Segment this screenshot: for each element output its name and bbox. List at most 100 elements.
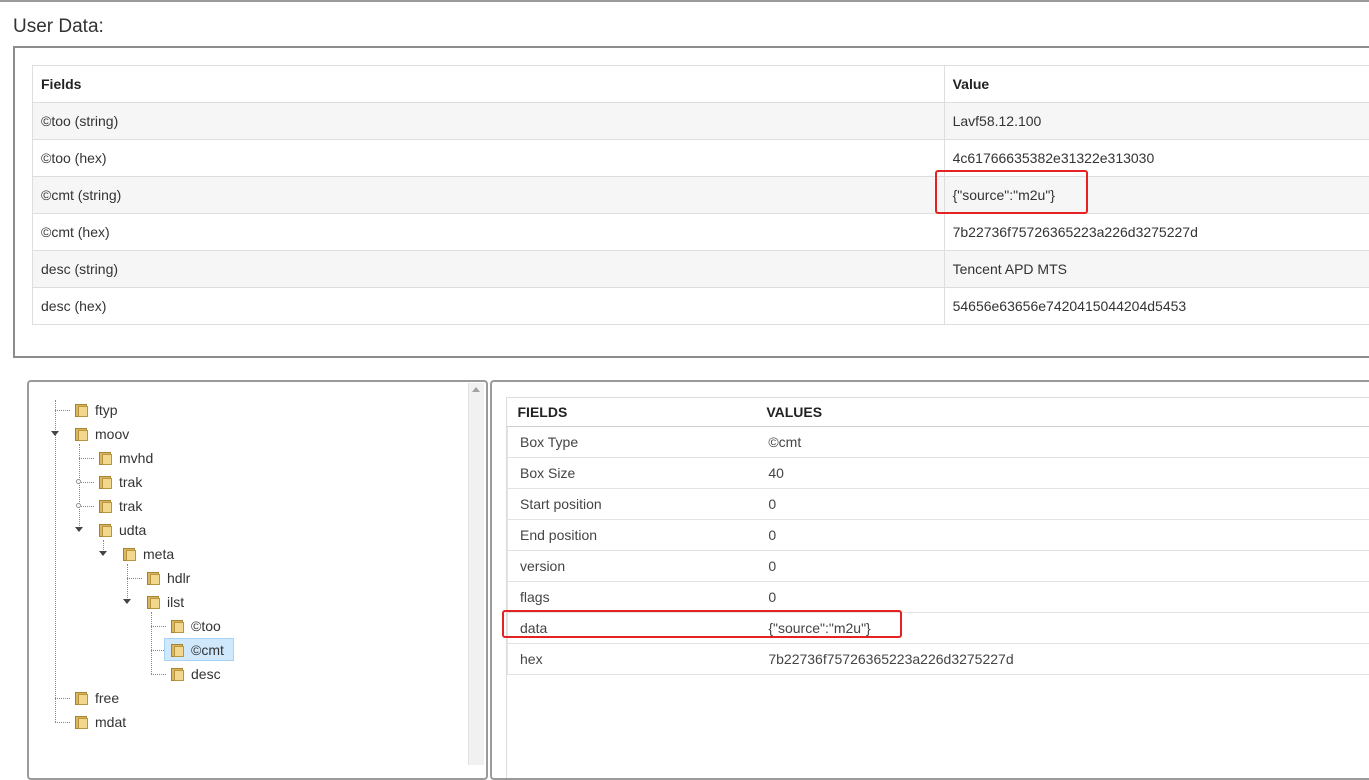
field-cell: Box Size xyxy=(508,458,757,489)
field-cell: flags xyxy=(508,582,757,613)
table-row[interactable]: version 0 xyxy=(508,551,1369,582)
tree-node-label: trak xyxy=(119,472,142,492)
tree-node-label: ©cmt xyxy=(191,640,224,660)
tree-guide-line xyxy=(151,674,166,675)
tree-guide-line xyxy=(55,698,70,699)
tree-node-label: trak xyxy=(119,496,142,516)
tree-node-label: free xyxy=(95,688,119,708)
tree-guide-line xyxy=(151,612,152,674)
value-cell: 40 xyxy=(756,458,1369,489)
expanded-arrow-icon[interactable] xyxy=(75,527,83,532)
box-fields-table: FIELDS VALUES Box Type ©cmt Box Size 40 … xyxy=(507,398,1369,675)
tree-node-label: udta xyxy=(119,520,146,540)
folder-icon xyxy=(147,595,161,609)
value-header: Value xyxy=(944,66,1369,103)
tree-guide-line xyxy=(79,482,94,483)
tree-guide-line xyxy=(127,578,142,579)
user-data-panel: Fields Value ©too (string) Lavf58.12.100… xyxy=(13,46,1369,358)
field-cell: Start position xyxy=(508,489,757,520)
value-cell: {"source":"m2u"} xyxy=(756,613,1369,644)
folder-icon xyxy=(171,667,185,681)
values-header: VALUES xyxy=(756,398,1369,427)
table-row[interactable]: desc (string) Tencent APD MTS xyxy=(33,251,1369,288)
value-cell: 7b22736f75726365223a226d3275227d xyxy=(756,644,1369,675)
fields-header: FIELDS xyxy=(508,398,757,427)
user-data-title: User Data: xyxy=(13,16,104,38)
field-cell: desc (string) xyxy=(33,251,945,288)
folder-icon xyxy=(171,619,185,633)
table-row[interactable]: desc (hex) 54656e63656e7420415044204d545… xyxy=(33,288,1369,325)
field-cell: data xyxy=(508,613,757,644)
folder-icon xyxy=(75,715,89,729)
value-cell: 7b22736f75726365223a226d3275227d xyxy=(944,214,1369,251)
folder-icon xyxy=(99,451,113,465)
value-cell: 54656e63656e7420415044204d5453 xyxy=(944,288,1369,325)
tree-node-label: mvhd xyxy=(119,448,153,468)
value-cell: Tencent APD MTS xyxy=(944,251,1369,288)
value-cell: 0 xyxy=(756,489,1369,520)
table-row[interactable]: data {"source":"m2u"} xyxy=(508,613,1369,644)
table-row[interactable]: ©cmt (string) {"source":"m2u"} xyxy=(33,177,1369,214)
folder-icon xyxy=(147,571,161,585)
expanded-arrow-icon[interactable] xyxy=(99,551,107,556)
table-header-row: Fields Value xyxy=(33,66,1369,103)
collapsed-node-icon[interactable] xyxy=(76,479,81,484)
tree-scrollbar[interactable] xyxy=(468,383,484,765)
value-cell: 0 xyxy=(756,551,1369,582)
folder-icon xyxy=(99,475,113,489)
value-cell: 0 xyxy=(756,582,1369,613)
tree-node-label: desc xyxy=(191,664,221,684)
table-row[interactable]: Start position 0 xyxy=(508,489,1369,520)
field-cell: desc (hex) xyxy=(33,288,945,325)
tree-guide-line xyxy=(151,650,164,651)
tree-guide-line xyxy=(79,506,94,507)
table-row[interactable]: hex 7b22736f75726365223a226d3275227d xyxy=(508,644,1369,675)
table-row[interactable]: End position 0 xyxy=(508,520,1369,551)
scroll-up-arrow-icon[interactable] xyxy=(472,387,480,392)
collapsed-node-icon[interactable] xyxy=(76,503,81,508)
table-row[interactable]: flags 0 xyxy=(508,582,1369,613)
field-cell: End position xyxy=(508,520,757,551)
table-row[interactable]: ©too (hex) 4c61766635382e31322e313030 xyxy=(33,140,1369,177)
tree-node-label: ©too xyxy=(191,616,221,636)
tree-guide-line xyxy=(79,444,80,530)
field-cell: version xyxy=(508,551,757,582)
fields-header: Fields xyxy=(33,66,945,103)
tree-guide-line xyxy=(55,400,56,722)
field-cell: Box Type xyxy=(508,427,757,458)
value-cell: {"source":"m2u"} xyxy=(944,177,1369,214)
value-cell: Lavf58.12.100 xyxy=(944,103,1369,140)
expanded-arrow-icon[interactable] xyxy=(51,431,59,436)
top-divider xyxy=(0,0,1369,2)
tree-node-label: hdlr xyxy=(167,568,190,588)
tree-guide-line xyxy=(79,458,94,459)
table-row[interactable]: Box Size 40 xyxy=(508,458,1369,489)
folder-icon xyxy=(75,403,89,417)
table-row[interactable]: ©too (string) Lavf58.12.100 xyxy=(33,103,1369,140)
field-cell: ©too (hex) xyxy=(33,140,945,177)
tree-guide-line xyxy=(55,410,70,411)
folder-icon xyxy=(99,499,113,513)
folder-icon xyxy=(75,427,89,441)
field-cell: ©cmt (string) xyxy=(33,177,945,214)
folder-icon xyxy=(123,547,137,561)
value-cell: ©cmt xyxy=(756,427,1369,458)
table-row[interactable]: Box Type ©cmt xyxy=(508,427,1369,458)
tree-guide-line xyxy=(55,722,70,723)
table-header-row: FIELDS VALUES xyxy=(508,398,1369,427)
tree-node-label: meta xyxy=(143,544,174,564)
value-cell: 0 xyxy=(756,520,1369,551)
field-cell: hex xyxy=(508,644,757,675)
folder-icon xyxy=(171,643,185,657)
folder-icon xyxy=(99,523,113,537)
table-row[interactable]: ©cmt (hex) 7b22736f75726365223a226d32752… xyxy=(33,214,1369,251)
user-data-table: Fields Value ©too (string) Lavf58.12.100… xyxy=(32,65,1369,325)
value-cell: 4c61766635382e31322e313030 xyxy=(944,140,1369,177)
field-cell: ©cmt (hex) xyxy=(33,214,945,251)
tree-node-label: ilst xyxy=(167,592,184,612)
expanded-arrow-icon[interactable] xyxy=(123,599,131,604)
tree-node-label: mdat xyxy=(95,712,126,732)
tree-guide-line xyxy=(127,564,128,602)
tree-node-label: ftyp xyxy=(95,400,118,420)
tree-node-label: moov xyxy=(95,424,129,444)
